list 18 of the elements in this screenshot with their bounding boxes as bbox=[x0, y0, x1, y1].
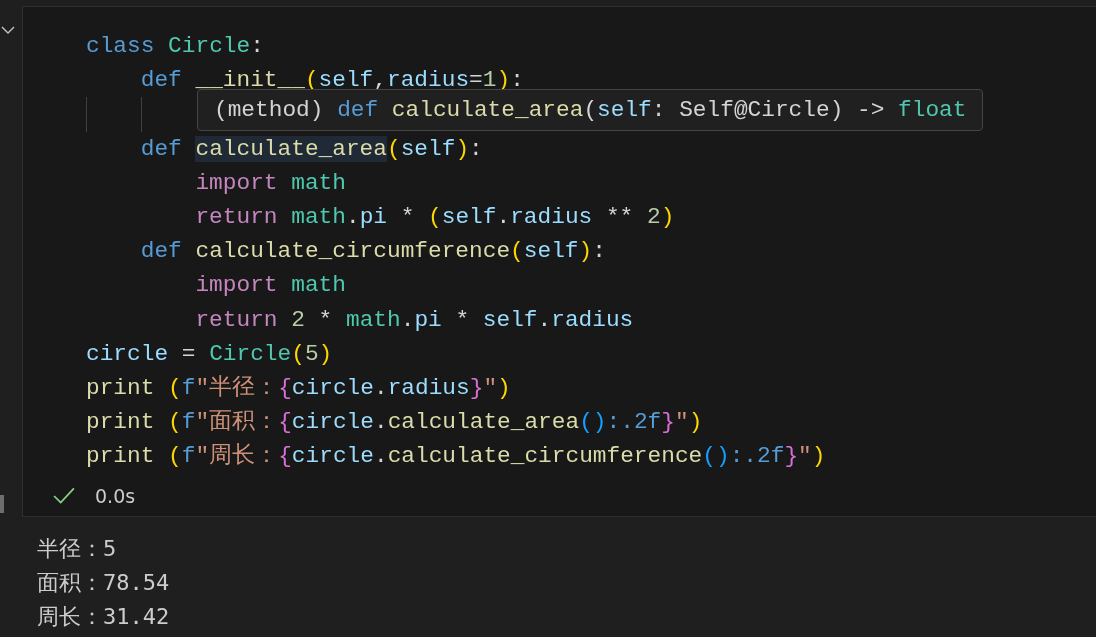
code-line: def calculate_circumference(self): bbox=[139, 237, 606, 267]
code-line: return 2 * math.pi * self.radius bbox=[194, 305, 634, 335]
code-line: print (f"半径：{circle.radius}") bbox=[86, 373, 511, 403]
code-line: import math bbox=[194, 168, 346, 198]
code-line: return math.pi * (self.radius ** 2) bbox=[194, 202, 675, 232]
code-line: print (f"周长：{circle.calculate_circumference():.2f}") bbox=[86, 442, 826, 472]
code-cell[interactable] bbox=[22, 6, 1096, 517]
code-line: class Circle: bbox=[86, 32, 264, 61]
chevron-down-icon[interactable] bbox=[1, 26, 15, 35]
code-line: import math bbox=[194, 271, 346, 301]
execution-time: 0.0s bbox=[95, 485, 136, 508]
code-line: circle = Circle(5) bbox=[86, 339, 333, 369]
hover-tooltip: (method) def calculate_area(self: Self@Circle) -> float bbox=[197, 89, 984, 132]
execution-marker bbox=[0, 495, 4, 513]
output-line: 周长：31.42 bbox=[37, 603, 171, 631]
output-line: 半径：5 bbox=[37, 535, 118, 563]
code-line: print (f"面积：{circle.calculate_area():.2f}") bbox=[86, 408, 703, 438]
output-line: 面积：78.54 bbox=[37, 569, 171, 597]
